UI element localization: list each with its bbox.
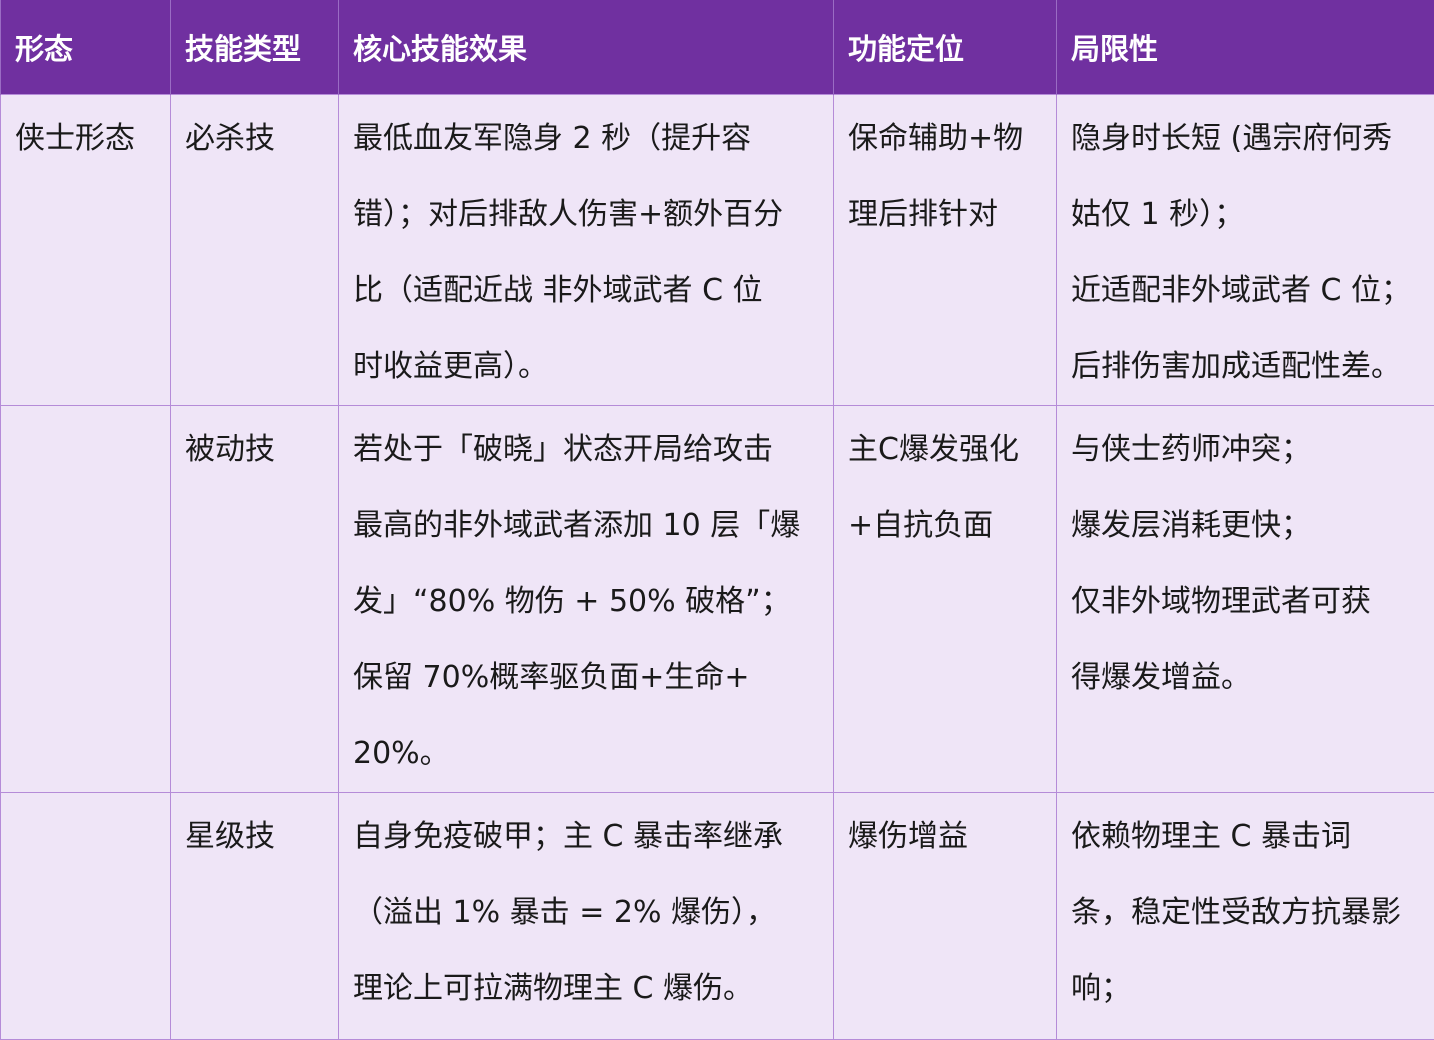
limit-line: 隐身时长短 (遇宗府何秀	[1071, 101, 1420, 177]
limit-line: 与侠士药师冲突；	[1071, 412, 1420, 488]
header-row: 形态 技能类型 核心技能效果 功能定位 局限性	[1, 0, 1434, 95]
header-skill-type: 技能类型	[171, 0, 339, 95]
role-line: 主C爆发强化	[848, 412, 1042, 488]
cell-effect: 若处于「破晓」状态开局给攻击 最高的非外域武者添加 10 层「爆 发」“80% …	[339, 406, 834, 793]
effect-line: 时收益更高）。	[353, 329, 819, 405]
limit-line: 仅非外域物理武者可获	[1071, 564, 1420, 640]
effect-line: 最高的非外域武者添加 10 层「爆	[353, 488, 819, 564]
effect-line: 20%。	[353, 716, 819, 792]
table-row: 侠士形态 必杀技 最低血友军隐身 2 秒（提升容 错）；对后排敌人伤害+额外百分…	[1, 95, 1434, 406]
role-line: +自抗负面	[848, 488, 1042, 564]
cell-limitations: 依赖物理主 C 暴击词 条，稳定性受敌方抗暴影 响；	[1057, 793, 1434, 1040]
cell-skill-type: 星级技	[171, 793, 339, 1040]
effect-line: 若处于「破晓」状态开局给攻击	[353, 412, 819, 488]
effect-line: 错）；对后排敌人伤害+额外百分	[353, 177, 819, 253]
cell-effect: 最低血友军隐身 2 秒（提升容 错）；对后排敌人伤害+额外百分 比（适配近战 非…	[339, 95, 834, 406]
effect-line: 自身免疫破甲；主 C 暴击率继承	[353, 799, 819, 875]
role-line: 理后排针对	[848, 177, 1042, 253]
header-role: 功能定位	[834, 0, 1057, 95]
cell-form	[1, 793, 171, 1040]
cell-role: 保命辅助+物 理后排针对	[834, 95, 1057, 406]
cell-effect: 自身免疫破甲；主 C 暴击率继承 （溢出 1% 暴击 = 2% 爆伤）， 理论上…	[339, 793, 834, 1040]
limit-line: 条，稳定性受敌方抗暴影	[1071, 875, 1420, 951]
cell-skill-type: 被动技	[171, 406, 339, 793]
limit-line: 响；	[1071, 951, 1420, 1027]
effect-line: 最低血友军隐身 2 秒（提升容	[353, 101, 819, 177]
limit-line: 得爆发增益。	[1071, 640, 1420, 716]
table-row: 星级技 自身免疫破甲；主 C 暴击率继承 （溢出 1% 暴击 = 2% 爆伤），…	[1, 793, 1434, 1040]
limit-line: 近适配非外域武者 C 位；	[1071, 253, 1420, 329]
effect-line: 理论上可拉满物理主 C 爆伤。	[353, 951, 819, 1027]
cell-form: 侠士形态	[1, 95, 171, 406]
limit-line: 姑仅 1 秒）；	[1071, 177, 1420, 253]
effect-line: 发」“80% 物伤 + 50% 破格”；	[353, 564, 819, 640]
header-core-effect: 核心技能效果	[339, 0, 834, 95]
effect-line: 保留 70%概率驱负面+生命+	[353, 640, 819, 716]
limit-line: 爆发层消耗更快；	[1071, 488, 1420, 564]
header-limitations: 局限性	[1057, 0, 1434, 95]
effect-line: （溢出 1% 暴击 = 2% 爆伤），	[353, 875, 819, 951]
role-line: 保命辅助+物	[848, 101, 1042, 177]
limit-line: 后排伤害加成适配性差。	[1071, 329, 1420, 405]
cell-skill-type: 必杀技	[171, 95, 339, 406]
table-row: 被动技 若处于「破晓」状态开局给攻击 最高的非外域武者添加 10 层「爆 发」“…	[1, 406, 1434, 793]
cell-role: 爆伤增益	[834, 793, 1057, 1040]
cell-form	[1, 406, 171, 793]
skill-table: 形态 技能类型 核心技能效果 功能定位 局限性 侠士形态 必杀技 最低血友军隐身…	[0, 0, 1434, 1040]
cell-limitations: 隐身时长短 (遇宗府何秀 姑仅 1 秒）； 近适配非外域武者 C 位； 后排伤害…	[1057, 95, 1434, 406]
limit-line: 依赖物理主 C 暴击词	[1071, 799, 1420, 875]
header-form: 形态	[1, 0, 171, 95]
role-line: 爆伤增益	[848, 799, 1042, 875]
effect-line: 比（适配近战 非外域武者 C 位	[353, 253, 819, 329]
cell-limitations: 与侠士药师冲突； 爆发层消耗更快； 仅非外域物理武者可获 得爆发增益。	[1057, 406, 1434, 793]
cell-role: 主C爆发强化 +自抗负面	[834, 406, 1057, 793]
